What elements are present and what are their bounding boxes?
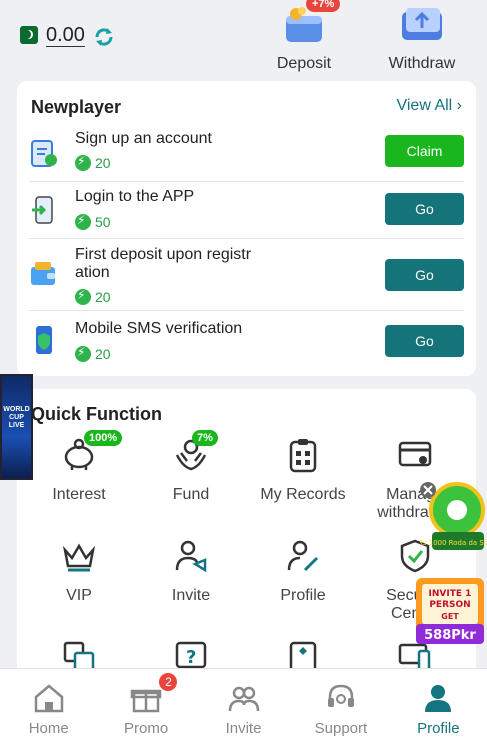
view-all-label: View All xyxy=(396,97,453,114)
interest-label: Interest xyxy=(52,486,106,503)
crown-icon xyxy=(62,543,96,572)
profile-label: Profile xyxy=(280,587,326,604)
task-reward: 50 xyxy=(75,213,111,230)
view-all-link[interactable]: View All › xyxy=(396,97,462,115)
fund-label: Fund xyxy=(172,486,210,503)
task-login: Login to the APP 50 Go xyxy=(29,182,464,239)
bolt-icon xyxy=(75,154,91,171)
svg-text:?: ? xyxy=(186,647,196,668)
invite-promo-graphic: INVITE 1 PERSON GET 588Pkr xyxy=(416,578,484,644)
go-button[interactable]: Go xyxy=(385,193,464,225)
promo-badge: 2 xyxy=(159,673,178,691)
newplayer-card: Newplayer View All › Sign up an account … xyxy=(17,81,476,376)
reward-value: 20 xyxy=(95,155,111,171)
nav-profile-label: Profile xyxy=(417,720,460,737)
invite-line-2: PERSON xyxy=(429,600,470,610)
wallet-icon xyxy=(31,262,55,285)
task-name: First deposit upon registr ation xyxy=(75,246,252,281)
go-button[interactable]: Go xyxy=(385,259,464,291)
deposit-button[interactable]: Deposit xyxy=(259,6,349,72)
clipboard-icon xyxy=(289,439,317,473)
task-name: Sign up an account xyxy=(75,130,212,147)
world-cup-live-banner[interactable]: WORLD CUP LIVE xyxy=(0,374,33,480)
bolt-icon xyxy=(75,288,91,305)
go-button[interactable]: Go xyxy=(385,325,464,357)
balance-amount: 0.00 xyxy=(46,24,85,47)
nav-invite-label: Invite xyxy=(225,720,262,737)
nav-support[interactable]: Support xyxy=(292,669,389,742)
quick-function-title: Quick Function xyxy=(31,404,163,424)
task-name: Mobile SMS verification xyxy=(75,320,243,337)
bottom-nav: Home 2 Promo Invite Support Profile xyxy=(0,668,487,742)
reward-value: 20 xyxy=(95,346,111,362)
task-sms: Mobile SMS verification 20 Go xyxy=(29,311,464,369)
newplayer-title: Newplayer xyxy=(31,97,122,117)
interest-badge: 100% xyxy=(84,430,123,446)
invite-label: Invite xyxy=(171,587,211,604)
claim-button[interactable]: Claim xyxy=(385,135,464,167)
fund-badge: 7% xyxy=(192,430,218,446)
withdraw-card-icon xyxy=(402,8,442,40)
task-reward: 20 xyxy=(75,288,111,305)
deposit-bonus-badge: +7% xyxy=(306,0,341,12)
card-gear-icon xyxy=(398,441,432,467)
invite-button[interactable]: Invite xyxy=(141,538,241,605)
reward-value: 20 xyxy=(95,289,111,305)
profile-icon xyxy=(425,685,452,712)
gift-icon xyxy=(130,689,162,713)
fund-button[interactable]: 7% Fund xyxy=(141,430,241,504)
top-header: 0.00 Deposit +7% Withdraw xyxy=(0,0,487,78)
phone-login-icon xyxy=(32,196,53,224)
bolt-icon xyxy=(75,213,91,230)
deposit-label: Deposit xyxy=(276,55,332,72)
lucky-wheel-widget[interactable]: Rs 1000 Roda da Sorte xyxy=(420,480,487,552)
task-reward: 20 xyxy=(75,154,111,171)
nav-home[interactable]: Home xyxy=(0,669,97,742)
withdraw-label: Withdraw xyxy=(388,55,456,72)
bolt-icon xyxy=(75,345,91,362)
wheel-label: Rs 1000 Roda da Sorte xyxy=(420,539,487,547)
reward-value: 50 xyxy=(95,214,111,230)
world-cup-live-text: WORLD CUP LIVE xyxy=(3,406,30,429)
invite-amount: 588Pkr xyxy=(424,628,476,643)
task-name: Login to the APP xyxy=(75,188,195,205)
quick-function-card: Quick Function 100% Interest 7% Fund My xyxy=(17,389,476,679)
headset-icon xyxy=(327,684,354,707)
my-records-label: My Records xyxy=(260,486,346,503)
refresh-icon[interactable] xyxy=(93,26,115,48)
clipboard-check-icon xyxy=(31,140,57,167)
withdraw-button[interactable]: Withdraw xyxy=(377,6,467,72)
invite-line-3: GET xyxy=(441,612,459,621)
nav-profile[interactable]: Profile xyxy=(390,669,487,742)
home-icon xyxy=(34,684,63,713)
nav-promo-label: Promo xyxy=(124,720,169,737)
task-signup: Sign up an account 20 Claim xyxy=(29,124,464,182)
chevron-right-icon: › xyxy=(456,97,462,114)
invite-promo-widget[interactable]: INVITE 1 PERSON GET 588Pkr xyxy=(414,576,487,648)
vip-label: VIP xyxy=(66,587,92,604)
profile-button[interactable]: Profile xyxy=(253,538,353,605)
interest-button[interactable]: 100% Interest xyxy=(29,430,129,504)
vip-button[interactable]: VIP xyxy=(29,538,129,605)
user-megaphone-icon xyxy=(175,540,207,573)
task-reward: 20 xyxy=(75,345,111,362)
phone-shield-icon xyxy=(36,326,52,354)
user-edit-icon xyxy=(287,540,319,572)
nav-invite[interactable]: Invite xyxy=(195,669,292,742)
nav-promo[interactable]: 2 Promo xyxy=(97,669,194,742)
users-icon xyxy=(228,686,259,712)
invite-line-1: INVITE 1 xyxy=(429,589,472,599)
task-first-deposit: First deposit upon registr ation 20 Go xyxy=(29,239,464,311)
nav-support-label: Support xyxy=(314,720,368,737)
my-records-button[interactable]: My Records xyxy=(253,437,353,504)
nav-home-label: Home xyxy=(28,720,69,737)
pakistan-flag-icon xyxy=(20,26,38,44)
